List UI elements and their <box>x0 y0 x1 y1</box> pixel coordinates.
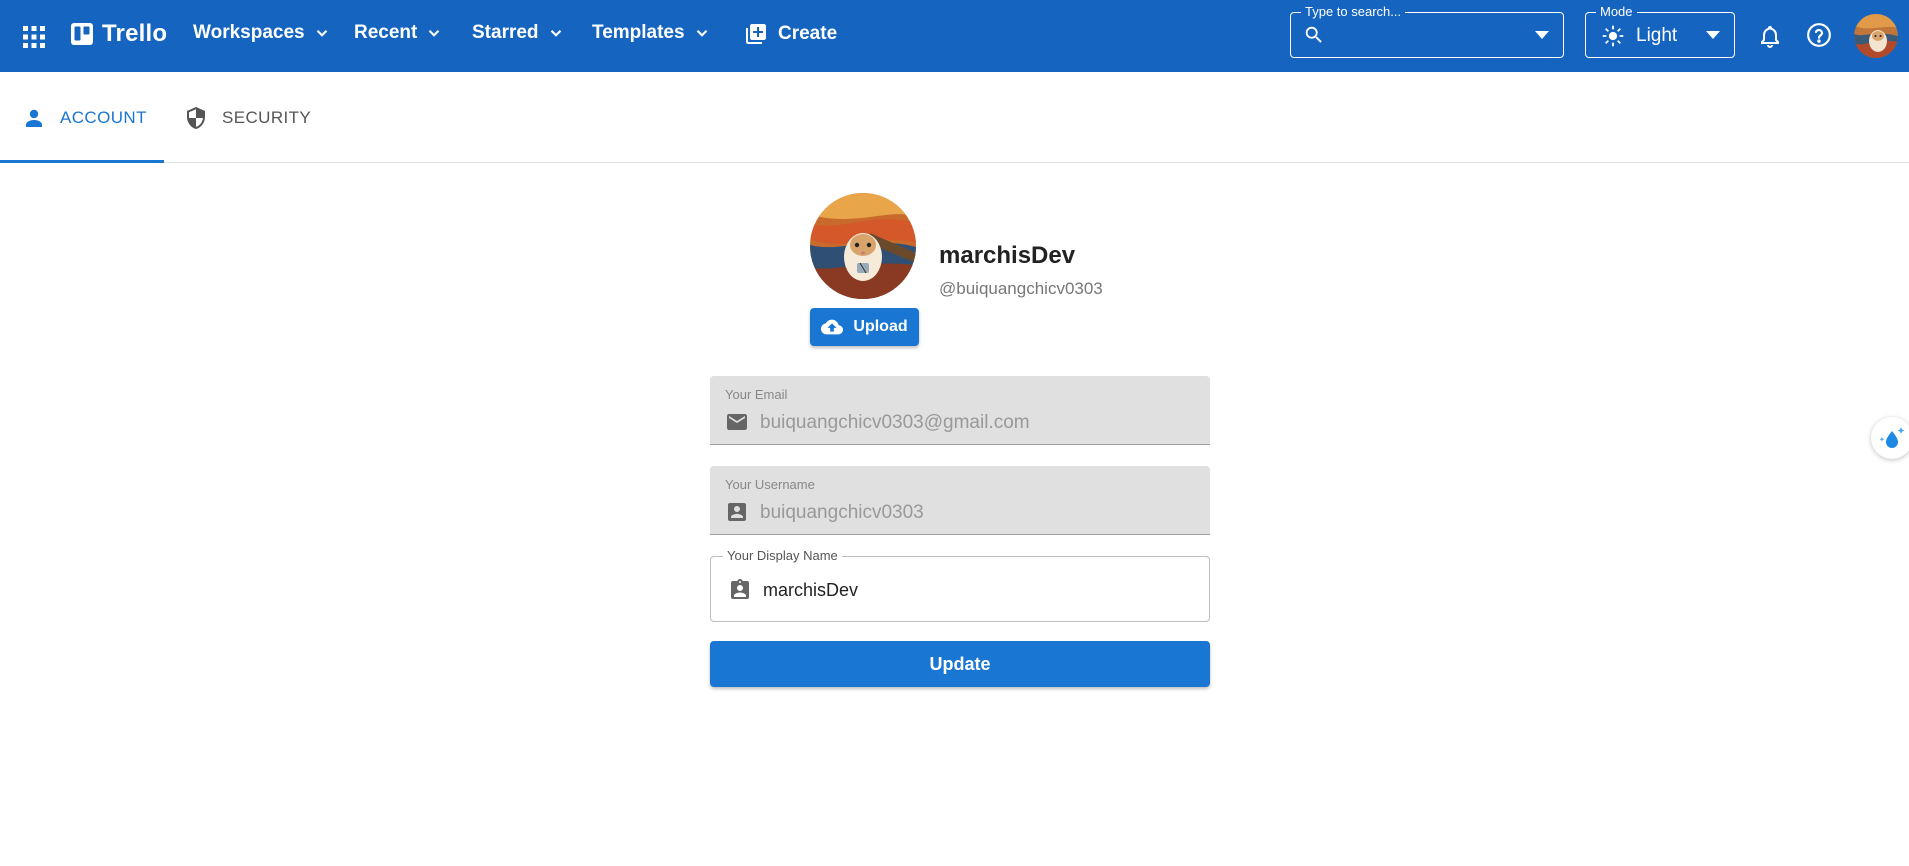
profile-avatar <box>810 193 916 299</box>
apps-grid-icon[interactable] <box>22 25 46 49</box>
library-add-icon <box>746 24 766 44</box>
email-input <box>760 410 1190 436</box>
account-box-icon <box>728 503 746 521</box>
cloud-upload-icon <box>821 319 844 335</box>
display-name-input[interactable] <box>763 577 1193 603</box>
username-input <box>760 500 1190 526</box>
nav-templates-label: Templates <box>592 22 685 43</box>
top-app-bar: Trello Workspaces Recent Starred Templat… <box>0 0 1909 72</box>
mail-icon <box>727 414 747 430</box>
settings-tabs: ACCOUNT SECURITY <box>0 72 1909 163</box>
upload-avatar-button[interactable]: Upload <box>810 308 919 346</box>
tab-account-label: ACCOUNT <box>60 107 147 127</box>
trello-board-icon <box>71 23 93 45</box>
nav-workspaces[interactable]: Workspaces <box>193 22 331 44</box>
brand-name: Trello <box>102 20 168 47</box>
mode-label: Mode <box>1596 4 1637 19</box>
floating-extension-button[interactable] <box>1871 417 1909 459</box>
user-avatar[interactable] <box>1854 14 1898 58</box>
display-name-field: Your Display Name <box>710 548 1210 622</box>
trello-logo[interactable]: Trello <box>70 20 167 48</box>
search-icon <box>1305 26 1322 43</box>
active-tab-indicator <box>0 160 164 163</box>
person-icon <box>26 109 42 127</box>
display-name-label: Your Display Name <box>723 548 842 563</box>
nav-templates[interactable]: Templates <box>592 22 711 44</box>
nav-recent[interactable]: Recent <box>354 22 443 44</box>
chevron-down-icon <box>316 30 327 37</box>
profile-display-name: marchisDev <box>939 242 1076 269</box>
email-label: Your Email <box>725 387 788 402</box>
help-circle-icon[interactable] <box>1806 22 1832 48</box>
shield-icon <box>187 106 205 129</box>
chevron-down-icon <box>550 30 561 37</box>
caret-down-icon[interactable] <box>1535 31 1549 39</box>
chevron-down-icon <box>696 30 707 37</box>
badge-icon <box>731 579 749 599</box>
chevron-down-icon <box>429 30 440 37</box>
update-button[interactable]: Update <box>710 641 1210 687</box>
search-input[interactable] <box>1331 23 1511 47</box>
create-label: Create <box>778 23 838 44</box>
sun-icon <box>1602 25 1624 47</box>
mode-value: Light <box>1636 25 1678 46</box>
mode-select[interactable]: Mode Light <box>1585 4 1735 58</box>
nav-workspaces-label: Workspaces <box>193 22 305 43</box>
search-label: Type to search... <box>1301 4 1406 19</box>
water-drop-sparkle-icon <box>1879 427 1905 448</box>
search-field[interactable]: Type to search... <box>1290 4 1564 58</box>
profile-handle: @buiquangchicv0303 <box>939 279 1103 298</box>
upload-label: Upload <box>853 318 908 335</box>
tab-account[interactable]: ACCOUNT <box>22 72 147 163</box>
tab-security-label: SECURITY <box>222 107 312 127</box>
avatar-image <box>1854 14 1898 58</box>
caret-down-icon <box>1706 31 1720 39</box>
nav-starred[interactable]: Starred <box>472 22 565 44</box>
email-field: Your Email <box>710 376 1210 445</box>
nav-starred-label: Starred <box>472 22 539 43</box>
username-label: Your Username <box>725 477 815 492</box>
tab-security[interactable]: SECURITY <box>184 72 311 163</box>
nav-recent-label: Recent <box>354 22 418 43</box>
profile-avatar-image <box>810 193 916 299</box>
notifications-bell-icon[interactable] <box>1758 23 1782 49</box>
username-field: Your Username <box>710 466 1210 535</box>
create-button[interactable]: Create <box>744 22 837 46</box>
